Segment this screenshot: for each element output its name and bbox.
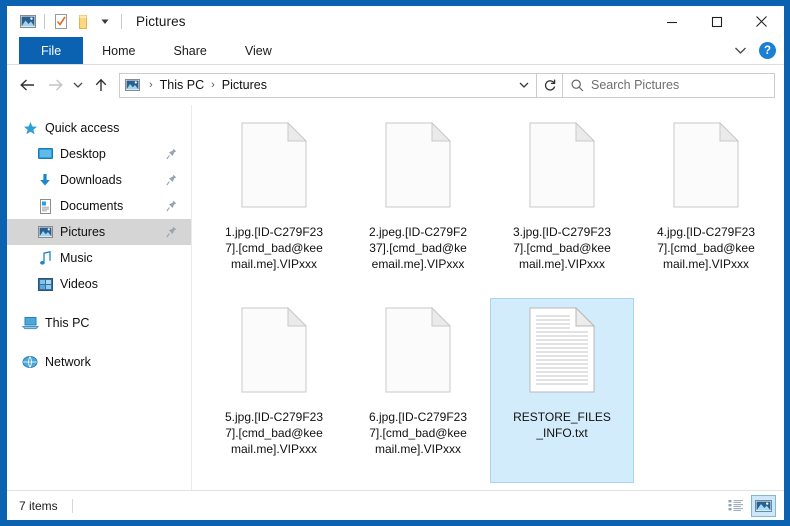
this-pc-icon xyxy=(19,314,41,332)
qat-divider xyxy=(44,14,45,29)
window-title: Pictures xyxy=(136,14,186,29)
pin-icon[interactable] xyxy=(166,174,177,186)
breadcrumb-pictures-icon xyxy=(120,79,144,91)
explorer-window: Pictures File Home Share View ? › This P… xyxy=(0,0,790,526)
breadcrumb-dropdown-icon[interactable] xyxy=(512,81,536,89)
file-item[interactable]: 4.jpg.[ID-C279F237].[cmd_bad@keemail.me]… xyxy=(634,113,778,298)
sidebar-item-label: Desktop xyxy=(60,147,106,161)
breadcrumb-item-this-pc[interactable]: This PC xyxy=(158,78,206,92)
status-divider xyxy=(71,498,73,513)
up-button[interactable] xyxy=(87,71,115,99)
qat-divider-2 xyxy=(121,14,122,29)
tab-share[interactable]: Share xyxy=(155,37,226,64)
blank-file-icon xyxy=(234,307,314,403)
breadcrumb-item-pictures[interactable]: Pictures xyxy=(220,78,269,92)
file-name: 2.jpeg.[ID-C279F237].[cmd_bad@keemail.me… xyxy=(368,225,468,271)
customize-chevron-icon[interactable] xyxy=(94,12,116,32)
file-item[interactable]: 3.jpg.[ID-C279F237].[cmd_bad@keemail.me]… xyxy=(490,113,634,298)
sidebar-item-network[interactable]: Network xyxy=(7,349,191,375)
tab-home[interactable]: Home xyxy=(83,37,154,64)
file-name: 1.jpg.[ID-C279F237].[cmd_bad@keemail.me]… xyxy=(224,225,324,271)
star-icon xyxy=(19,119,41,137)
view-mode-buttons xyxy=(723,494,784,517)
blank-file-icon xyxy=(378,307,458,403)
file-item[interactable]: 5.jpg.[ID-C279F237].[cmd_bad@keemail.me]… xyxy=(202,298,346,483)
breadcrumb-separator-1: › xyxy=(211,79,215,91)
minimize-button[interactable] xyxy=(649,6,694,37)
music-icon xyxy=(34,249,56,267)
network-icon xyxy=(19,353,41,371)
sidebar-item-label: This PC xyxy=(45,316,90,330)
search-icon xyxy=(563,78,591,92)
desktop-icon xyxy=(34,145,56,163)
tab-file[interactable]: File xyxy=(19,37,84,64)
sidebar-item-label: Music xyxy=(60,251,93,265)
properties-icon[interactable] xyxy=(50,12,72,32)
tab-view[interactable]: View xyxy=(226,37,291,64)
ribbon-tabs: File Home Share View ? xyxy=(7,37,784,65)
sidebar-item-this-pc[interactable]: This PC xyxy=(7,310,191,336)
help-icon[interactable]: ? xyxy=(759,42,776,59)
search-input[interactable]: Search Pictures xyxy=(591,78,679,92)
sidebar-item-documents[interactable]: Documents xyxy=(7,193,191,219)
file-item-selected[interactable]: RESTORE_FILES_INFO.txt xyxy=(490,298,634,483)
pictures-icon xyxy=(34,223,56,241)
quick-access-toolbar xyxy=(7,12,127,32)
recent-locations-button[interactable] xyxy=(69,71,87,99)
close-button[interactable] xyxy=(739,6,784,37)
videos-icon xyxy=(34,275,56,293)
downloads-icon xyxy=(34,171,56,189)
blank-file-icon xyxy=(378,122,458,218)
file-name: 5.jpg.[ID-C279F237].[cmd_bad@keemail.me]… xyxy=(224,410,324,456)
breadcrumb-separator-0: › xyxy=(149,79,153,91)
maximize-button[interactable] xyxy=(694,6,739,37)
file-name: 4.jpg.[ID-C279F237].[cmd_bad@keemail.me]… xyxy=(656,225,756,271)
sidebar-item-label: Quick access xyxy=(45,121,120,135)
sidebar-item-downloads[interactable]: Downloads xyxy=(7,167,191,193)
back-button[interactable] xyxy=(13,71,41,99)
sidebar-item-label: Documents xyxy=(60,199,124,213)
sidebar-item-desktop[interactable]: Desktop xyxy=(7,141,191,167)
file-name: 3.jpg.[ID-C279F237].[cmd_bad@keemail.me]… xyxy=(512,225,612,271)
address-bar: › This PC › Pictures Search Pictures xyxy=(7,65,784,105)
status-bar: 7 items xyxy=(7,490,784,520)
pin-icon[interactable] xyxy=(166,148,177,160)
text-file-icon xyxy=(522,307,602,403)
pin-icon[interactable] xyxy=(166,200,177,212)
sidebar-item-quick-access[interactable]: Quick access xyxy=(7,115,191,141)
navigation-pane: Quick access Desktop Downloads Documents… xyxy=(7,105,192,490)
file-item[interactable]: 1.jpg.[ID-C279F237].[cmd_bad@keemail.me]… xyxy=(202,113,346,298)
main-area: Quick access Desktop Downloads Documents… xyxy=(7,105,784,490)
item-count-label: 7 items xyxy=(19,498,58,513)
sidebar-item-pictures[interactable]: Pictures xyxy=(7,219,191,245)
refresh-button[interactable] xyxy=(537,72,563,98)
documents-icon xyxy=(34,197,56,215)
sidebar-item-label: Pictures xyxy=(60,225,106,239)
details-view-button[interactable] xyxy=(723,495,748,517)
file-name: RESTORE_FILES_INFO.txt xyxy=(513,410,611,440)
file-name: 6.jpg.[ID-C279F237].[cmd_bad@keemail.me]… xyxy=(368,410,468,456)
forward-button[interactable] xyxy=(41,71,69,99)
file-list-view[interactable]: 1.jpg.[ID-C279F237].[cmd_bad@keemail.me]… xyxy=(192,105,784,490)
file-grid: 1.jpg.[ID-C279F237].[cmd_bad@keemail.me]… xyxy=(192,105,784,483)
new-folder-icon[interactable] xyxy=(72,12,94,32)
file-item[interactable]: 2.jpeg.[ID-C279F237].[cmd_bad@keemail.me… xyxy=(346,113,490,298)
sidebar-item-label: Network xyxy=(45,355,91,369)
window-controls xyxy=(649,6,784,37)
sidebar-item-music[interactable]: Music xyxy=(7,245,191,271)
search-box[interactable]: Search Pictures xyxy=(563,72,775,98)
pictures-icon[interactable] xyxy=(17,12,39,32)
blank-file-icon xyxy=(666,122,746,218)
file-item[interactable]: 6.jpg.[ID-C279F237].[cmd_bad@keemail.me]… xyxy=(346,298,490,483)
large-icons-view-button[interactable] xyxy=(751,494,776,517)
blank-file-icon xyxy=(234,122,314,218)
title-bar: Pictures xyxy=(7,6,784,37)
sidebar-item-label: Downloads xyxy=(60,173,122,187)
sidebar-item-videos[interactable]: Videos xyxy=(7,271,191,297)
sidebar-item-label: Videos xyxy=(60,277,98,291)
chevron-down-icon[interactable] xyxy=(729,40,751,62)
blank-file-icon xyxy=(522,122,602,218)
pin-icon[interactable] xyxy=(166,226,177,238)
breadcrumb[interactable]: › This PC › Pictures xyxy=(119,72,537,98)
